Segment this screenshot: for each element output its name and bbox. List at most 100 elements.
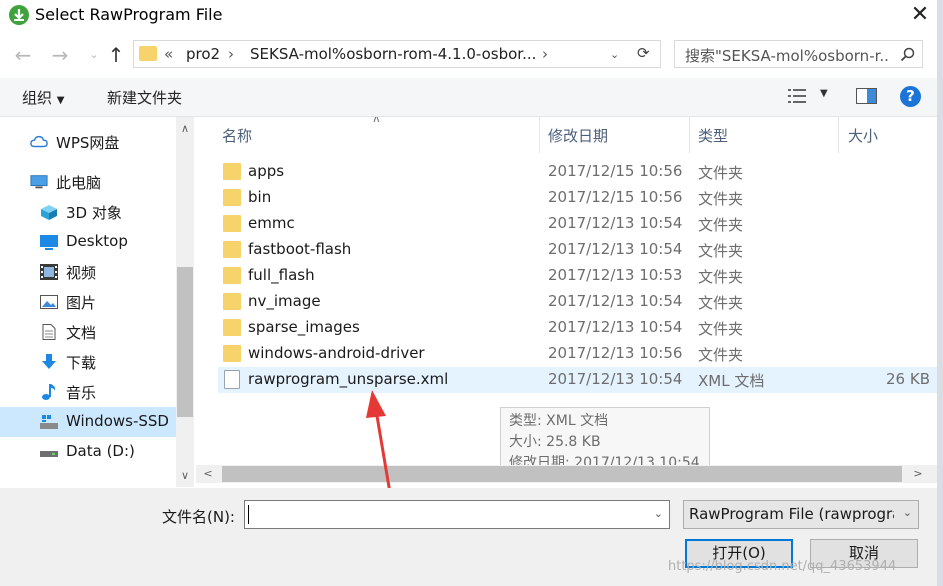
file-row[interactable]: bin 2017/12/15 10:56 文件夹: [218, 185, 937, 211]
search-placeholder: 搜索"SEKSA-mol%osborn-r...: [685, 47, 890, 65]
file-type-filter-select[interactable]: RawProgram File (rawprogra ⌄: [683, 500, 919, 529]
text-caret: [248, 505, 249, 524]
scrollbar-thumb[interactable]: [222, 466, 902, 482]
refresh-icon[interactable]: ⟳: [637, 44, 650, 62]
file-row[interactable]: emmc 2017/12/13 10:54 文件夹: [218, 211, 937, 237]
sidebar-item-pictures[interactable]: 图片: [0, 287, 176, 317]
column-header-type[interactable]: 类型: [698, 125, 728, 146]
download-app-icon: [9, 5, 29, 25]
preview-pane-icon: [856, 88, 877, 104]
sidebar-item-wps-cloud[interactable]: WPS网盘: [0, 127, 176, 157]
sidebar-item-desktop[interactable]: Desktop: [0, 227, 176, 257]
file-row[interactable]: sparse_images 2017/12/13 10:54 文件夹: [218, 315, 937, 341]
breadcrumb-item[interactable]: SEKSA-mol%osborn-rom-4.1.0-osbor...: [250, 45, 536, 63]
cloud-icon: [30, 135, 48, 148]
computer-icon: [30, 175, 48, 189]
sidebar-item-data-d[interactable]: Data (D:): [0, 437, 176, 467]
file-date: 2017/12/13 10:56: [548, 344, 683, 362]
help-icon[interactable]: ?: [900, 86, 921, 107]
window-title: Select RawProgram File: [35, 5, 223, 24]
column-divider[interactable]: [838, 117, 839, 153]
organize-label: 组织: [22, 89, 53, 107]
sidebar-item-windows-ssd[interactable]: Windows-SSD: [0, 407, 176, 437]
new-folder-button[interactable]: 新建文件夹: [107, 87, 182, 108]
folder-icon: [223, 215, 241, 232]
address-bar[interactable]: « pro2 › SEKSA-mol%osborn-rom-4.1.0-osbo…: [133, 40, 661, 68]
close-icon[interactable]: ✕: [906, 3, 934, 27]
file-date: 2017/12/13 10:54: [548, 214, 683, 232]
sidebar-scrollbar[interactable]: ∧ ∨: [176, 117, 194, 487]
file-row[interactable]: apps 2017/12/15 10:56 文件夹: [218, 159, 937, 185]
desktop-icon: [40, 235, 58, 250]
breadcrumb-item[interactable]: pro2: [186, 45, 220, 63]
file-row[interactable]: nv_image 2017/12/13 10:54 文件夹: [218, 289, 937, 315]
picture-icon: [40, 295, 58, 309]
file-name: full_flash: [248, 266, 315, 284]
details-view-icon: [788, 89, 806, 103]
sidebar-item-3d-objects[interactable]: 3D 对象: [0, 197, 176, 227]
sidebar-item-label: 此电脑: [56, 174, 102, 192]
sidebar-item-label: 文档: [66, 324, 97, 342]
tooltip-size: 大小: 25.8 KB: [509, 434, 601, 450]
file-name: bin: [248, 188, 272, 206]
sidebar-item-videos[interactable]: 视频: [0, 257, 176, 287]
file-row[interactable]: full_flash 2017/12/13 10:53 文件夹: [218, 263, 937, 289]
file-row[interactable]: fastboot-flash 2017/12/13 10:54 文件夹: [218, 237, 937, 263]
file-type: 文件夹: [698, 294, 744, 312]
column-divider[interactable]: [689, 117, 690, 153]
file-type: 文件夹: [698, 190, 744, 208]
sidebar-item-music[interactable]: 音乐: [0, 377, 176, 407]
file-list-horizontal-scrollbar[interactable]: < >: [196, 465, 937, 483]
view-options-button[interactable]: ▼: [788, 88, 828, 108]
scroll-right-icon[interactable]: >: [908, 467, 928, 480]
file-name: nv_image: [248, 292, 321, 310]
filename-input[interactable]: ⌄: [244, 500, 670, 529]
chevron-down-icon[interactable]: ⌄: [654, 507, 663, 520]
file-type: 文件夹: [698, 216, 744, 234]
folder-icon: [223, 163, 241, 180]
column-header-name[interactable]: 名称: [222, 125, 252, 146]
file-date: 2017/12/13 10:54: [548, 292, 683, 310]
scroll-left-icon[interactable]: <: [198, 467, 218, 480]
column-divider[interactable]: [539, 117, 540, 153]
file-name: apps: [248, 162, 285, 180]
search-input[interactable]: 搜索"SEKSA-mol%osborn-r...: [674, 40, 923, 68]
file-info-tooltip: 类型: XML 文档 大小: 25.8 KB 修改日期: 2017/12/13 …: [500, 407, 710, 473]
folder-icon: [223, 267, 241, 284]
organize-button[interactable]: 组织 ▼: [22, 87, 65, 108]
file-name: fastboot-flash: [248, 240, 352, 258]
file-row[interactable]: windows-android-driver 2017/12/13 10:56 …: [218, 341, 937, 367]
scrollbar-thumb[interactable]: [177, 267, 193, 417]
sidebar-item-downloads[interactable]: 下载: [0, 347, 176, 377]
folder-icon: [223, 319, 241, 336]
preview-pane-button[interactable]: [856, 88, 877, 108]
file-size: 26 KB: [886, 370, 930, 388]
up-button[interactable]: ↑: [104, 44, 128, 66]
file-name: sparse_images: [248, 318, 360, 336]
column-header-size[interactable]: 大小: [848, 125, 878, 146]
recent-locations-chevron-icon[interactable]: ⌄: [82, 44, 106, 66]
navigation-pane: WPS网盘 此电脑 3D 对象 Desktop 视频 图片 文档 下载 音乐 W…: [0, 117, 176, 487]
file-row-selected[interactable]: rawprogram_unsparse.xml 2017/12/13 10:54…: [218, 367, 937, 393]
cube-icon: [41, 205, 57, 220]
scroll-down-icon[interactable]: ∨: [176, 469, 194, 482]
scroll-up-icon[interactable]: ∧: [176, 122, 194, 135]
forward-button[interactable]: →: [48, 44, 72, 66]
sidebar-item-label: Data (D:): [66, 442, 135, 460]
filename-label: 文件名(N):: [162, 508, 235, 526]
sidebar-item-documents[interactable]: 文档: [0, 317, 176, 347]
drive-icon: [40, 451, 58, 457]
chevron-down-icon[interactable]: ⌄: [903, 506, 912, 519]
document-icon: [42, 324, 56, 340]
video-icon: [40, 264, 58, 280]
chevron-down-icon[interactable]: ⌄: [610, 48, 619, 61]
back-button[interactable]: ←: [11, 44, 35, 66]
caret-down-icon: ▼: [820, 88, 828, 99]
column-header-date[interactable]: 修改日期: [548, 125, 608, 146]
window-edge: [937, 0, 943, 586]
breadcrumb-overflow[interactable]: «: [164, 45, 173, 63]
file-type: 文件夹: [698, 268, 744, 286]
sidebar-item-this-pc[interactable]: 此电脑: [0, 167, 176, 197]
sidebar-item-label: 下载: [66, 354, 97, 372]
file-date: 2017/12/15 10:56: [548, 188, 683, 206]
